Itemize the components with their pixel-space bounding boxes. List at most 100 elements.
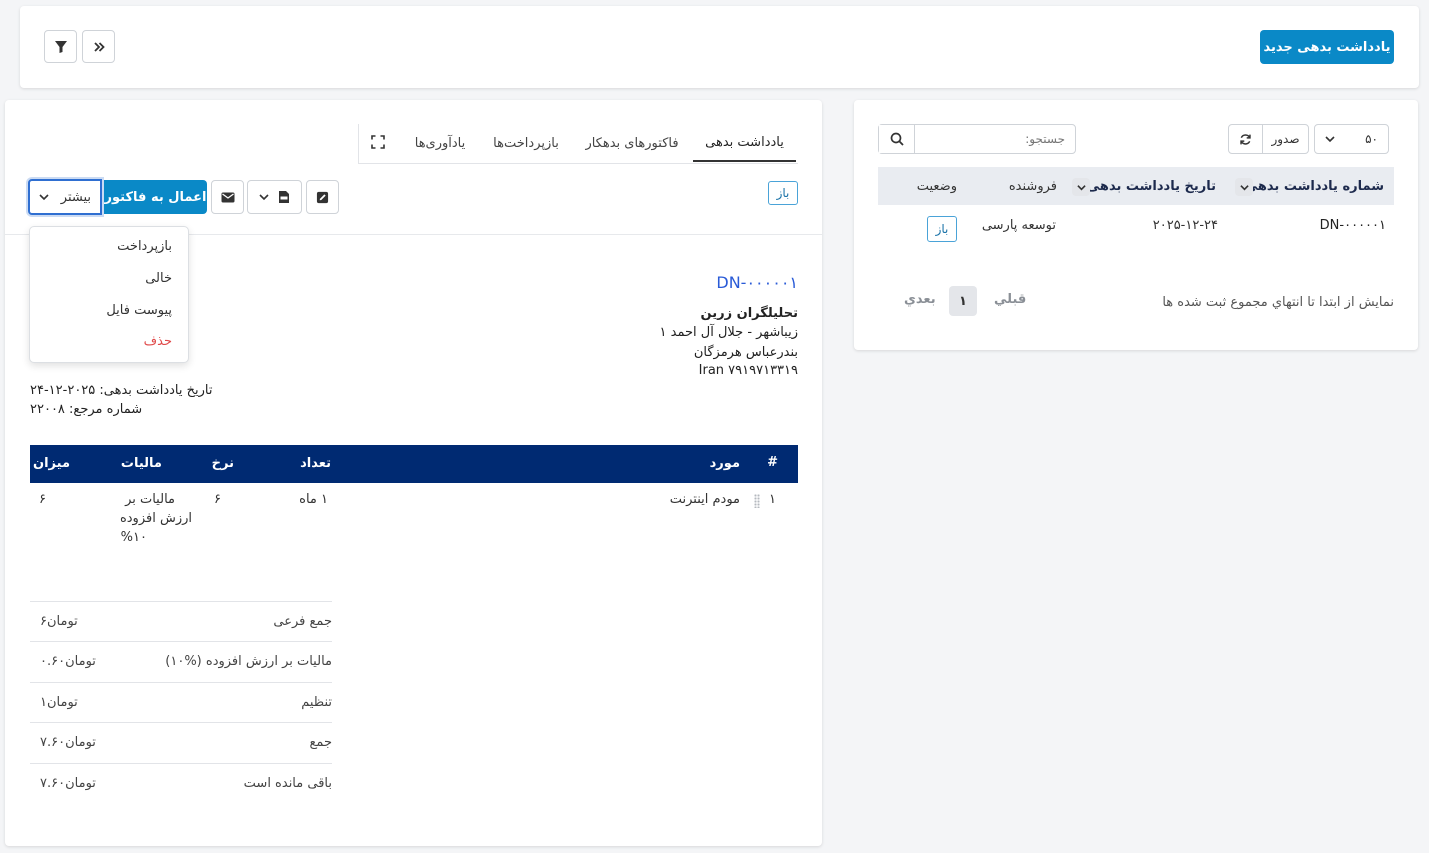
reference-number: شماره مرجع: ۲۲۰۰۸ bbox=[30, 402, 143, 417]
summary-adjustment: تنظیم ۱تومان bbox=[30, 682, 332, 722]
new-debit-note-button[interactable]: یادداشت بدهی جدید bbox=[1260, 30, 1394, 64]
vendor-address-line1: زیباشهر - جلال آل احمد ۱ bbox=[659, 325, 798, 340]
menu-item-attach-file[interactable]: پیوست فایل bbox=[106, 303, 172, 318]
export-button[interactable]: صدور bbox=[1262, 124, 1309, 154]
refresh-icon bbox=[1240, 133, 1251, 145]
search-input[interactable] bbox=[915, 125, 1075, 153]
col-tax: مالیات bbox=[120, 456, 162, 471]
row-num: ۱ bbox=[769, 492, 776, 507]
col-qty: تعداد bbox=[300, 456, 331, 471]
filter-icon bbox=[54, 40, 67, 53]
row-number-link[interactable]: DN-۰۰۰۰۰۱ bbox=[1320, 218, 1386, 233]
pdf-dropdown-button[interactable] bbox=[247, 180, 302, 214]
status-badge: باز bbox=[927, 216, 957, 242]
tab-label: فاکتورهای بدهکار bbox=[585, 135, 679, 151]
note-status-badge: باز bbox=[768, 181, 798, 205]
search-icon bbox=[890, 132, 904, 146]
column-status-label: وضعیت bbox=[916, 178, 957, 194]
vendor-address-line3: Iran ۷۹۱۹۷۱۳۳۱۹ bbox=[698, 363, 798, 378]
row-item: مودم اینترنت bbox=[669, 492, 740, 507]
column-vendor-label: فروشنده bbox=[1008, 178, 1057, 194]
sort-chevron-icon[interactable] bbox=[1072, 178, 1090, 196]
apply-to-invoice-button[interactable]: اعمال به فاکتور bbox=[104, 180, 207, 214]
collapse-toggle-button[interactable] bbox=[82, 30, 115, 63]
page-size-select[interactable]: ۵۰ bbox=[1314, 124, 1389, 154]
pagination-page-1[interactable]: ۱ bbox=[949, 286, 977, 316]
row-date: ۲۰۲۵-۱۲-۲۴ bbox=[1152, 218, 1218, 233]
items-table-header: # مورد تعداد نرخ مالیات میزان bbox=[30, 445, 798, 483]
column-header-date[interactable]: تاریخ یادداشت بدهی bbox=[1087, 167, 1216, 205]
email-button[interactable] bbox=[211, 180, 244, 214]
tab-debtor-invoices[interactable]: فاکتورهای بدهکار bbox=[580, 124, 684, 162]
menu-item-delete[interactable]: حذف bbox=[144, 334, 172, 349]
column-header-vendor[interactable]: فروشنده bbox=[1009, 167, 1057, 205]
summary-subtotal: جمع فرعی ۶تومان bbox=[30, 601, 332, 641]
column-header-status[interactable]: وضعیت bbox=[917, 167, 957, 205]
summary-label: تنظیم bbox=[301, 695, 332, 710]
tab-label: یادآوری‌ها bbox=[414, 135, 466, 151]
tab-debit-note[interactable]: یادداشت بدهی bbox=[693, 124, 796, 162]
summary-value: ۱تومان bbox=[40, 695, 78, 710]
more-dropdown-button[interactable]: بیشتر bbox=[28, 179, 102, 215]
vendor-address-line2: بندرعباس هرمزگان bbox=[693, 345, 798, 360]
summary-total: جمع ۷.۶۰تومان bbox=[30, 722, 332, 762]
col-num: # bbox=[767, 455, 778, 470]
table-row: ۱ مودم اینترنت ۱ ماه ۶ مالیات بر ارزش اف… bbox=[30, 483, 798, 553]
tab-bar-vline bbox=[358, 124, 359, 163]
tab-label: بازپرداخت‌ها bbox=[493, 135, 559, 151]
pagination-prev[interactable]: قبلي bbox=[994, 292, 1026, 307]
note-date: تاریخ یادداشت بدهی: ۲۰۲۵-۱۲-۲۴ bbox=[30, 383, 213, 398]
pagination-next[interactable]: بعدي bbox=[904, 292, 936, 307]
column-date-label: تاریخ یادداشت بدهی bbox=[1086, 178, 1216, 194]
summary-label: جمع bbox=[309, 735, 332, 750]
row-amount: ۶ bbox=[39, 492, 46, 507]
summary-remaining: باقی مانده است ۷.۶۰تومان bbox=[30, 763, 332, 803]
expand-icon[interactable] bbox=[371, 135, 385, 149]
sort-chevron-icon[interactable] bbox=[1235, 178, 1253, 196]
table-row[interactable]: DN-۰۰۰۰۰۱ ۲۰۲۵-۱۲-۲۴ توسعه پارسی باز bbox=[878, 206, 1394, 252]
row-tax-line3: %۱۰ bbox=[120, 530, 147, 545]
refresh-button[interactable] bbox=[1228, 124, 1263, 154]
col-amount: میزان bbox=[33, 456, 70, 471]
envelope-icon bbox=[221, 192, 234, 202]
summary-label: جمع فرعی bbox=[273, 614, 332, 629]
row-rate: ۶ bbox=[214, 492, 221, 507]
note-number-title: DN-۰۰۰۰۰۱ bbox=[716, 273, 798, 292]
menu-item-refund[interactable]: بازپرداخت bbox=[117, 239, 172, 254]
edit-button[interactable] bbox=[306, 180, 339, 214]
row-tax-line1: مالیات بر bbox=[125, 492, 175, 507]
summary-value: ۷.۶۰تومان bbox=[40, 735, 96, 750]
more-dropdown-menu: بازپرداخت خالی پیوست فایل حذف bbox=[29, 226, 189, 363]
list-table-header: شماره یادداشت بدهی تاریخ یادداشت بدهی فر… bbox=[878, 167, 1394, 205]
search-button[interactable] bbox=[879, 125, 915, 153]
pdf-file-icon bbox=[279, 191, 290, 203]
column-number-label: شماره یادداشت بدهی bbox=[1244, 178, 1384, 194]
chevron-down-icon bbox=[39, 194, 49, 201]
summary-value: ۶تومان bbox=[40, 614, 78, 629]
vendor-name: تحلیلگران زرین bbox=[700, 306, 798, 321]
chevron-down-icon bbox=[259, 194, 269, 201]
tab-bar-divider bbox=[358, 163, 798, 164]
column-header-number[interactable]: شماره یادداشت بدهی bbox=[1245, 167, 1384, 205]
summary-label: باقی مانده است bbox=[243, 776, 332, 791]
search-box bbox=[878, 124, 1076, 154]
filter-button[interactable] bbox=[44, 30, 77, 63]
summary-value: ۰.۶۰تومان bbox=[40, 654, 96, 669]
row-vendor: توسعه پارسی bbox=[981, 218, 1056, 233]
double-chevron-right-icon bbox=[93, 41, 105, 52]
col-rate: نرخ bbox=[211, 456, 234, 471]
debit-notes-list-panel: ۵۰ صدور شماره یادداشت بدهی تاریخ یادداشت… bbox=[854, 100, 1418, 350]
drag-handle-icon[interactable] bbox=[754, 494, 760, 508]
menu-item-void[interactable]: خالی bbox=[145, 271, 172, 286]
col-item: مورد bbox=[709, 456, 740, 471]
tab-reminders[interactable]: یادآوری‌ها bbox=[404, 124, 476, 162]
summary-value: ۷.۶۰تومان bbox=[40, 776, 96, 791]
chevron-down-icon bbox=[1325, 136, 1335, 143]
tab-refunds[interactable]: بازپرداخت‌ها bbox=[484, 124, 568, 162]
summary-tax: مالیات بر ارزش افزوده (%۱۰) ۰.۶۰تومان bbox=[30, 641, 332, 681]
summary-label: مالیات بر ارزش افزوده (%۱۰) bbox=[165, 654, 332, 669]
more-label: بیشتر bbox=[60, 189, 91, 205]
tab-label: یادداشت بدهی bbox=[705, 134, 784, 150]
row-tax-line2: ارزش افزوده bbox=[119, 511, 192, 526]
list-info-text: نمایش از ابتدا تا انتهاي مجموع ثبت شده ه… bbox=[1162, 295, 1394, 310]
